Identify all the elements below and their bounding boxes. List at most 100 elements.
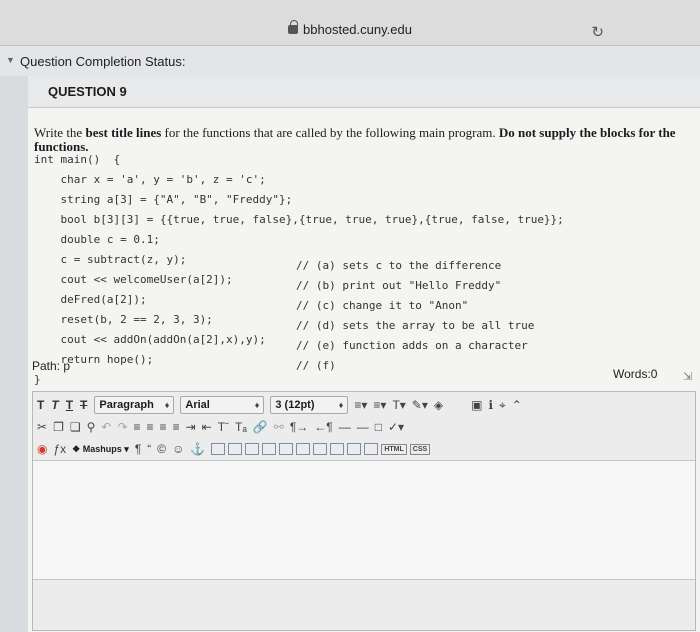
- code-line: cout << welcomeUser(a[2]);: [34, 273, 233, 286]
- collapse-toolbar-icon[interactable]: ⌃: [512, 398, 522, 412]
- paragraph-mark-icon[interactable]: ¶: [135, 442, 141, 456]
- resize-handle-icon[interactable]: ⇲: [683, 370, 692, 383]
- mashups-menu[interactable]: ❖ Mashups ▾: [72, 444, 129, 455]
- undo-icon[interactable]: ↶: [101, 420, 111, 434]
- code-line: bool b[3][3] = {{true, true, false},{tru…: [34, 213, 564, 226]
- browser-address-bar[interactable]: bbhosted.cuny.edu ↻: [0, 0, 700, 46]
- editor-text-area[interactable]: [33, 460, 695, 580]
- outdent-icon[interactable]: ⇤: [202, 420, 212, 434]
- chevron-down-icon[interactable]: ▼: [6, 55, 15, 65]
- rtl-icon[interactable]: ←¶: [314, 420, 332, 434]
- ltr-icon[interactable]: ¶→: [290, 420, 308, 434]
- unlink-icon[interactable]: ⚯: [274, 420, 284, 434]
- rich-text-editor: T T T T Paragraph ♦ Arial ♦ 3 (12pt) ♦ ≡▾ ≡…: [32, 391, 696, 631]
- table-cell-icon[interactable]: [262, 443, 277, 455]
- lock-icon: [288, 20, 299, 34]
- table-split-icon[interactable]: [296, 443, 311, 455]
- mashups-icon: ❖: [72, 443, 81, 454]
- table-row-icon[interactable]: [228, 443, 243, 455]
- code-line: reset(b, 2 == 2, 3, 3);: [34, 313, 213, 326]
- fullscreen-icon[interactable]: ⌖: [499, 398, 506, 413]
- completion-status-label: Question Completion Status:: [20, 54, 186, 69]
- paste-icon[interactable]: ❏: [70, 420, 81, 434]
- select-arrow-icon: ♦: [164, 400, 170, 410]
- font-select[interactable]: Arial ♦: [180, 396, 265, 414]
- align-left-icon[interactable]: ≡: [134, 420, 141, 434]
- table-icon[interactable]: [211, 443, 226, 455]
- code-line: char x = 'a', y = 'b', z = 'c';: [34, 173, 266, 186]
- code-comment: // (b) print out "Hello Freddy": [296, 279, 502, 292]
- question-panel: QUESTION 9 Write the best title lines fo…: [28, 76, 700, 632]
- question-title: QUESTION 9: [28, 76, 700, 108]
- table-delete-icon[interactable]: [313, 443, 328, 455]
- code-comment: // (a) sets c to the difference: [296, 259, 502, 272]
- text-color-icon[interactable]: T▾: [392, 398, 405, 412]
- spellcheck-toggle-icon[interactable]: □: [375, 420, 382, 434]
- toolbar-row-2: ✂ ❐ ❏ ⚲ ↶ ↷ ≡ ≡ ≡ ≡ ⇥ ⇤ Tˉ Tₐ 🔗 ⚯ ¶→ ←¶ …: [33, 416, 695, 438]
- prompt-text: for the functions that are called by the…: [161, 125, 499, 140]
- toolbar-row-1: T T T T Paragraph ♦ Arial ♦ 3 (12pt) ♦ ≡▾ ≡…: [33, 394, 695, 416]
- indent-icon[interactable]: ⇥: [186, 420, 196, 434]
- link-icon[interactable]: 🔗: [253, 420, 268, 434]
- anchor-icon[interactable]: ⚓: [190, 442, 205, 456]
- table-merge-icon[interactable]: [279, 443, 294, 455]
- subscript-icon[interactable]: Tₐ: [235, 420, 247, 434]
- code-comment: // (f): [296, 359, 336, 372]
- prompt-bold: functions.: [34, 139, 89, 154]
- align-justify-icon[interactable]: ≡: [173, 420, 180, 434]
- spellcheck-icon[interactable]: ▣: [471, 398, 482, 412]
- font-size-select-value: 3 (12pt): [275, 399, 315, 411]
- font-select-value: Arial: [185, 399, 210, 411]
- copy-icon[interactable]: ❐: [53, 420, 64, 434]
- italic-button[interactable]: T: [51, 398, 58, 412]
- html-button[interactable]: HTML: [381, 443, 407, 455]
- table-props-icon[interactable]: [330, 443, 345, 455]
- checkmark-icon[interactable]: ✓▾: [388, 420, 404, 434]
- prompt-bold: best title lines: [85, 125, 162, 140]
- url-text: bbhosted.cuny.edu: [303, 22, 412, 37]
- prompt-bold: Do not supply the blocks for the: [498, 125, 676, 140]
- redo-icon[interactable]: ↷: [117, 420, 127, 434]
- completion-status-row[interactable]: ▼ Question Completion Status:: [0, 46, 700, 76]
- paragraph-select-value: Paragraph: [99, 399, 154, 411]
- insert-line-icon[interactable]: —: [357, 420, 369, 434]
- code-line: double c = 0.1;: [34, 233, 160, 246]
- math-formula-icon[interactable]: ƒx: [53, 442, 66, 456]
- table-remove-icon[interactable]: [364, 443, 379, 455]
- table-insert-icon[interactable]: [347, 443, 362, 455]
- horizontal-rule-icon[interactable]: —: [339, 420, 351, 434]
- code-line: string a[3] = {"A", "B", "Freddy"};: [34, 193, 293, 206]
- numbered-list-icon[interactable]: ≡▾: [373, 398, 386, 412]
- paragraph-select[interactable]: Paragraph ♦: [94, 396, 175, 414]
- quote-icon[interactable]: “: [147, 442, 151, 456]
- font-size-select[interactable]: 3 (12pt) ♦: [270, 396, 349, 414]
- strikethrough-button[interactable]: T: [80, 398, 87, 412]
- code-line: int main() {: [34, 153, 121, 166]
- info-icon[interactable]: ℹ: [488, 398, 493, 412]
- css-button[interactable]: CSS: [409, 443, 431, 455]
- select-arrow-icon: ♦: [254, 400, 260, 410]
- prompt-text: Write the: [34, 125, 86, 140]
- question-prompt: Write the best title lines for the funct…: [34, 126, 696, 154]
- find-icon[interactable]: ⚲: [87, 420, 96, 434]
- align-right-icon[interactable]: ≡: [160, 420, 167, 434]
- underline-button[interactable]: T: [66, 398, 73, 412]
- highlight-icon[interactable]: ✎▾: [412, 398, 428, 412]
- emoji-icon[interactable]: ☺: [172, 442, 184, 456]
- copyright-icon[interactable]: ©: [157, 442, 166, 456]
- editor-path: Path: p: [32, 359, 71, 373]
- table-column-icon[interactable]: [245, 443, 260, 455]
- eraser-icon[interactable]: ◈: [434, 398, 443, 412]
- cut-icon[interactable]: ✂: [37, 420, 47, 434]
- bold-button[interactable]: T: [37, 398, 44, 412]
- code-comment: // (e) function adds on a character: [296, 339, 528, 352]
- superscript-icon[interactable]: Tˉ: [218, 420, 229, 434]
- reload-icon[interactable]: ↻: [591, 23, 604, 41]
- code-comment: // (d) sets the array to be all true: [296, 319, 535, 332]
- code-line: }: [34, 373, 41, 386]
- align-center-icon[interactable]: ≡: [147, 420, 154, 434]
- select-arrow-icon: ♦: [338, 400, 344, 410]
- code-comment: // (c) change it to "Anon": [296, 299, 469, 312]
- record-icon[interactable]: ◉: [37, 442, 47, 456]
- bullet-list-icon[interactable]: ≡▾: [354, 398, 367, 412]
